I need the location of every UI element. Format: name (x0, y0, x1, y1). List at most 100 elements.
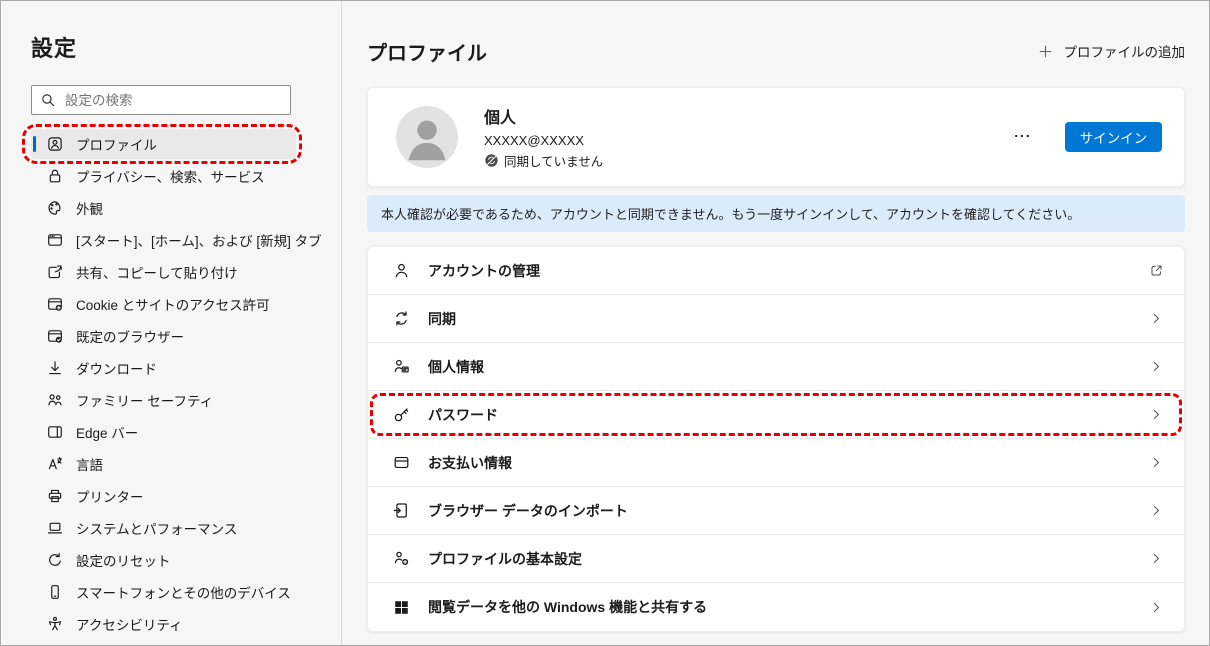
sync-disabled-icon (484, 153, 499, 168)
chevron-icon (1149, 407, 1164, 422)
settings-search[interactable] (31, 85, 291, 115)
sidebar-item-label: 共有、コピーして貼り付け (76, 262, 238, 282)
sidebar-item-label: プライバシー、検索、サービス (76, 166, 265, 186)
profile-card: 個人 XXXXX@XXXXX 同期していません サインイン (367, 87, 1185, 187)
ellipsis-icon (1013, 127, 1031, 145)
edge-bar-icon (46, 423, 64, 441)
accessibility-icon (46, 615, 64, 633)
settings-row-label: パスワード (428, 405, 498, 425)
sidebar-item-download[interactable]: ダウンロード (31, 353, 296, 383)
chevron-icon (1149, 359, 1164, 374)
tabs-icon (46, 231, 64, 249)
chevron-icon (1149, 311, 1164, 326)
sync-icon (392, 309, 411, 328)
sidebar-item-label: プリンター (76, 486, 144, 506)
sidebar-item-label: 言語 (76, 454, 103, 474)
search-icon (40, 92, 56, 108)
profile-preferences-icon (392, 549, 411, 568)
profile-name: 個人 (484, 104, 603, 128)
sidebar-item-label: 設定のリセット (76, 550, 171, 570)
settings-row-label: 個人情報 (428, 357, 484, 377)
default-browser-icon (46, 327, 64, 345)
sidebar-title: 設定 (31, 31, 341, 63)
page-title: プロファイル (367, 37, 487, 66)
family-icon (46, 391, 64, 409)
settings-row-import[interactable]: ブラウザー データのインポート (368, 487, 1184, 535)
settings-row-label: 同期 (428, 309, 456, 329)
account-icon (392, 261, 411, 280)
settings-row-label: 閲覧データを他の Windows 機能と共有する (428, 597, 707, 617)
sidebar-item-share[interactable]: 共有、コピーして貼り付け (31, 257, 296, 287)
reset-icon (46, 551, 64, 569)
chevron-icon (1149, 503, 1164, 518)
sidebar-item-printer[interactable]: プリンター (31, 481, 296, 511)
chevron-icon (1149, 455, 1164, 470)
profile-icon (46, 135, 64, 153)
avatar (396, 106, 458, 168)
profile-settings-list: アカウントの管理同期個人情報パスワードお支払い情報ブラウザー データのインポート… (367, 246, 1185, 632)
sidebar-item-appearance[interactable]: 外観 (31, 193, 296, 223)
settings-row-password[interactable]: パスワード (368, 391, 1184, 439)
sidebar-nav: プロファイルプライバシー、検索、サービス外観 [スタート]、[ホーム]、および [… (31, 129, 296, 639)
settings-row-profile-preferences[interactable]: プロファイルの基本設定 (368, 535, 1184, 583)
profile-settings-page: プロファイル プロファイルの追加 個人 XXXXX@XXXXX 同期していません (342, 1, 1209, 645)
settings-sidebar: 設定 プロファイルプライバシー、検索、サービス外観 [スタート]、[ホーム]、およ… (1, 1, 342, 645)
cookies-icon (46, 295, 64, 313)
settings-row-windows[interactable]: 閲覧データを他の Windows 機能と共有する (368, 583, 1184, 631)
sidebar-item-label: アクセシビリティ (76, 614, 183, 634)
import-icon (392, 501, 411, 520)
sync-status-text: 同期していません (504, 151, 603, 170)
settings-row-label: お支払い情報 (428, 453, 512, 473)
add-profile-button[interactable]: プロファイルの追加 (1037, 41, 1186, 61)
sidebar-item-label: プロファイル (76, 134, 157, 154)
windows-icon (392, 598, 411, 617)
appearance-icon (46, 199, 64, 217)
sidebar-item-label: 既定のブラウザー (76, 326, 184, 346)
privacy-icon (46, 167, 64, 185)
annotation-box (22, 124, 302, 164)
sidebar-item-label: ファミリー セーフティ (76, 390, 213, 410)
settings-row-label: プロファイルの基本設定 (428, 549, 582, 569)
phone-icon (46, 583, 64, 601)
sidebar-item-phone[interactable]: スマートフォンとその他のデバイス (31, 577, 296, 607)
language-icon (46, 455, 64, 473)
sidebar-item-default-browser[interactable]: 既定のブラウザー (31, 321, 296, 351)
printer-icon (46, 487, 64, 505)
sidebar-item-language[interactable]: 言語 (31, 449, 296, 479)
chevron-icon (1149, 600, 1164, 615)
share-icon (46, 263, 64, 281)
sidebar-item-family[interactable]: ファミリー セーフティ (31, 385, 296, 415)
add-profile-label: プロファイルの追加 (1064, 41, 1186, 61)
settings-row-label: アカウントの管理 (428, 261, 540, 281)
plus-icon (1037, 43, 1054, 60)
sidebar-item-label: Edge バー (76, 422, 138, 442)
external-icon (1149, 263, 1164, 278)
sidebar-item-profile[interactable]: プロファイル (31, 129, 296, 159)
sync-warning-banner: 本人確認が必要であるため、アカウントと同期できません。もう一度サインインして、ア… (367, 195, 1185, 232)
selected-accent-bar (33, 136, 36, 152)
sidebar-item-tabs[interactable]: [スタート]、[ホーム]、および [新規] タブ (31, 225, 296, 255)
download-icon (46, 359, 64, 377)
sidebar-item-system[interactable]: システムとパフォーマンス (31, 513, 296, 543)
search-input[interactable] (65, 93, 282, 108)
settings-row-label: ブラウザー データのインポート (428, 501, 628, 521)
password-icon (392, 405, 411, 424)
sidebar-item-privacy[interactable]: プライバシー、検索、サービス (31, 161, 296, 191)
sidebar-item-label: 外観 (76, 198, 103, 218)
settings-row-sync[interactable]: 同期 (368, 295, 1184, 343)
chevron-icon (1149, 551, 1164, 566)
sidebar-item-accessibility[interactable]: アクセシビリティ (31, 609, 296, 639)
sidebar-item-cookies[interactable]: Cookie とサイトのアクセス許可 (31, 289, 296, 319)
sidebar-item-label: システムとパフォーマンス (76, 518, 237, 538)
profile-email: XXXXX@XXXXX (484, 133, 603, 148)
sign-in-button[interactable]: サインイン (1065, 122, 1162, 152)
settings-row-personal-info[interactable]: 個人情報 (368, 343, 1184, 391)
more-actions-button[interactable] (1009, 123, 1035, 152)
settings-row-account[interactable]: アカウントの管理 (368, 247, 1184, 295)
personal-info-icon (392, 357, 411, 376)
sidebar-item-edge-bar[interactable]: Edge バー (31, 417, 296, 447)
sidebar-item-label: スマートフォンとその他のデバイス (76, 582, 291, 602)
sidebar-item-label: Cookie とサイトのアクセス許可 (76, 294, 270, 314)
settings-row-payment[interactable]: お支払い情報 (368, 439, 1184, 487)
sidebar-item-reset[interactable]: 設定のリセット (31, 545, 296, 575)
